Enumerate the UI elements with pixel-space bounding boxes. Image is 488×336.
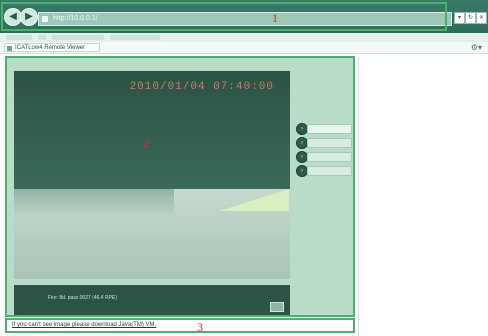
callout-number-1: 1 [272, 11, 278, 25]
address-bar[interactable]: http://10.0.0.1/ [38, 12, 452, 26]
browser-toolbar: ◀ ▶ http://10.0.0.1/ ▾ ↻ ✕ [0, 0, 488, 33]
callout-number-2: 2 [143, 136, 149, 150]
video-timestamp: 2010/01/04 07:40:00 [129, 81, 274, 93]
favorite-item[interactable] [6, 35, 32, 40]
favorite-item[interactable] [110, 35, 160, 40]
ptz-row[interactable]: › [296, 123, 352, 135]
ptz-strip[interactable] [307, 138, 352, 148]
tab-page-icon [7, 46, 12, 51]
tab-row: ICATLow4 Remote Viewer [0, 42, 488, 54]
tab-title: ICATLow4 Remote Viewer [15, 45, 86, 51]
callout-number-3: 3 [197, 320, 203, 334]
video-shade [14, 189, 174, 217]
download-java-link[interactable]: If you can't see image please download J… [12, 322, 156, 328]
blank-pane [358, 57, 488, 336]
forward-arrow-icon[interactable]: ▶ [20, 8, 38, 26]
info-panel: Fire: 8d. pass 0027 (46.4 RPE) [14, 285, 290, 315]
ptz-strip[interactable] [307, 166, 352, 176]
favorites-bar [0, 33, 488, 42]
info-button[interactable] [270, 302, 284, 312]
ptz-strip[interactable] [307, 124, 352, 134]
favorite-item[interactable] [38, 35, 46, 40]
page-icon [42, 16, 48, 22]
ptz-row[interactable]: › [296, 165, 352, 177]
dropdown-icon[interactable]: ▾ [454, 12, 465, 24]
address-url: http://10.0.0.1/ [53, 15, 98, 22]
ptz-row[interactable]: › [296, 151, 352, 163]
ptz-strip[interactable] [307, 152, 352, 162]
tab-remote-viewer[interactable]: ICATLow4 Remote Viewer [4, 43, 100, 52]
video-object [219, 189, 289, 211]
stop-icon[interactable]: ✕ [476, 12, 487, 24]
ptz-row[interactable]: › [296, 137, 352, 149]
info-text: Fire: 8d. pass 0027 (46.4 RPE) [48, 295, 117, 301]
camera-video[interactable]: 2010/01/04 07:40:00 [14, 71, 290, 279]
tools-icon[interactable]: ⚙▾ [471, 43, 482, 52]
refresh-icon[interactable]: ↻ [465, 12, 476, 24]
favorite-item[interactable] [52, 35, 104, 40]
